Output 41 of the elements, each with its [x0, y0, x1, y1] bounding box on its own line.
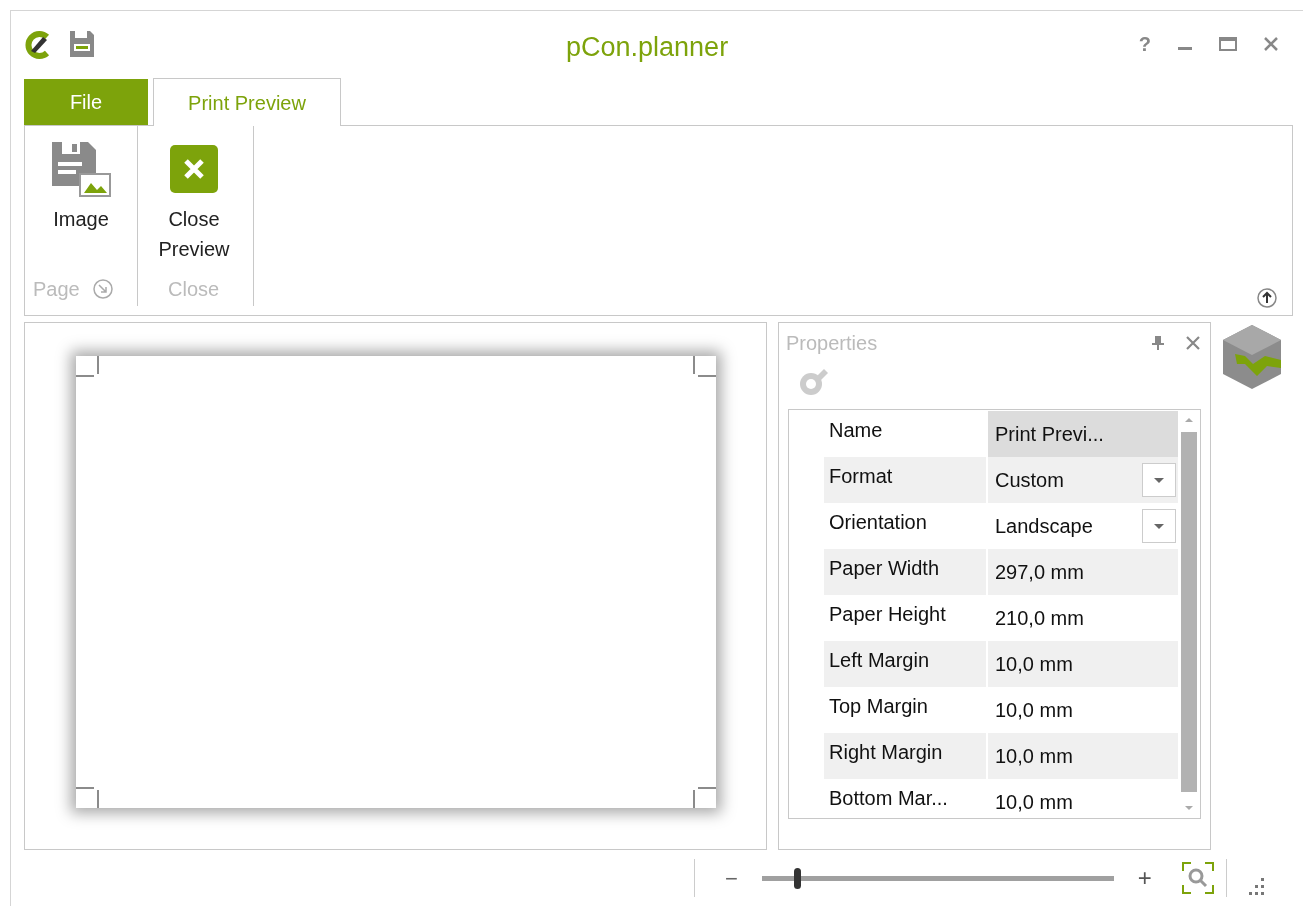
property-value[interactable]: 297,0 mm	[988, 549, 1178, 595]
property-name: Paper Width	[824, 549, 986, 595]
window-title: pCon.planner	[566, 31, 729, 64]
property-value[interactable]: 10,0 mm	[988, 779, 1178, 825]
property-name: Orientation	[828, 510, 928, 535]
property-name: Name	[828, 418, 884, 443]
close-preview-button[interactable]: Close Preview	[146, 138, 242, 272]
property-value[interactable]: Print Previ...	[988, 411, 1178, 457]
property-name: Top Margin	[828, 694, 929, 719]
panel-title: Properties	[786, 331, 878, 356]
property-name: Paper Height	[828, 602, 947, 627]
zoom-slider-track[interactable]	[761, 867, 1114, 889]
zoom-slider-thumb[interactable]	[794, 867, 802, 889]
save-icon[interactable]	[69, 30, 95, 58]
zoom-out-button[interactable]: −	[725, 861, 738, 895]
property-name: Bottom Mar...	[828, 786, 949, 811]
group-label: Close	[167, 277, 221, 302]
property-value[interactable]: 210,0 mm	[988, 595, 1178, 641]
property-name: Format	[824, 457, 986, 503]
dialog-launcher-icon[interactable]	[91, 278, 114, 300]
property-value[interactable]: 10,0 mm	[988, 687, 1178, 733]
pin-icon[interactable]	[1151, 335, 1165, 351]
close-icon	[169, 144, 219, 194]
help-button[interactable]: ?	[1138, 29, 1151, 59]
property-value[interactable]: 10,0 mm	[988, 733, 1178, 779]
property-name: Right Margin	[824, 733, 986, 779]
collapse-ribbon-icon[interactable]	[1256, 287, 1278, 309]
close-icon[interactable]	[1263, 36, 1279, 52]
close-icon[interactable]	[1185, 335, 1201, 351]
property-dropdown[interactable]: Landscape	[988, 503, 1178, 549]
property-name: Left Margin	[824, 641, 986, 687]
group-label: Page	[33, 277, 80, 302]
properties-toolbox-icon[interactable]	[1221, 324, 1283, 390]
save-image-icon	[50, 140, 112, 198]
property-dropdown[interactable]: Custom	[988, 457, 1178, 503]
zoom-fit-icon[interactable]	[1181, 862, 1214, 894]
scroll-thumb[interactable]	[1181, 432, 1197, 792]
image-button[interactable]: Image	[33, 138, 129, 272]
property-value[interactable]: 10,0 mm	[988, 641, 1178, 687]
maximize-icon[interactable]	[1219, 36, 1237, 52]
zoom-in-button[interactable]: +	[1137, 860, 1152, 896]
